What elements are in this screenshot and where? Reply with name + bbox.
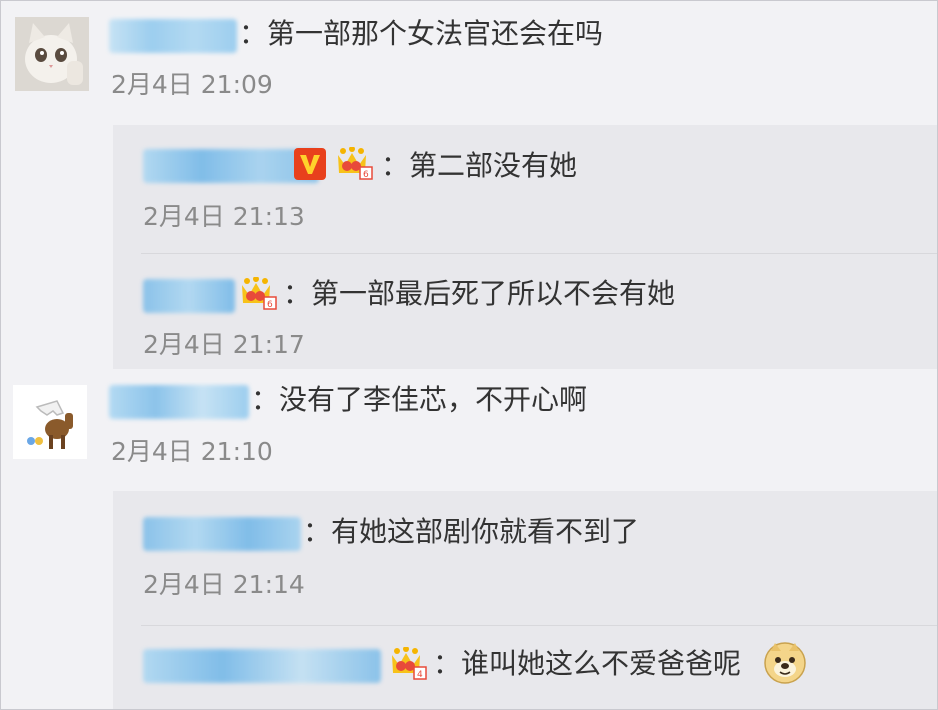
reply-text: ：有她这部剧你就看不到了 bbox=[303, 515, 640, 548]
comment-panel: ：第一部那个女法官还会在吗 2月4日 21:09 6 ：第二部没有她 2月4日 … bbox=[0, 0, 938, 710]
reply-text: ：第二部没有她 bbox=[381, 149, 578, 182]
reply-divider bbox=[141, 253, 937, 254]
comment-time: 2月4日 21:09 bbox=[111, 70, 273, 99]
reply-time: 2月4日 21:17 bbox=[143, 330, 305, 359]
reply-time: 2月4日 21:14 bbox=[143, 570, 305, 599]
svg-text:6: 6 bbox=[267, 300, 273, 310]
v-verified-icon bbox=[293, 147, 327, 181]
reply-list: ：有她这部剧你就看不到了 2月4日 21:14 4 ：谁叫她这么不爱爸爸呢 bbox=[113, 491, 937, 709]
commenter-name[interactable] bbox=[109, 19, 237, 53]
commenter-name[interactable] bbox=[109, 385, 249, 419]
crown-icon: 6 bbox=[335, 146, 373, 181]
reply-text: ：谁叫她这么不爱爸爸呢 bbox=[433, 647, 742, 680]
comment-time: 2月4日 21:10 bbox=[111, 437, 273, 466]
horse-avatar-icon[interactable] bbox=[13, 385, 87, 459]
reply-time: 2月4日 21:13 bbox=[143, 202, 305, 231]
crown-icon: 6 bbox=[239, 276, 277, 311]
svg-text:6: 6 bbox=[363, 170, 369, 180]
replier-name[interactable] bbox=[143, 649, 381, 683]
comment-text: ：没有了李佳芯，不开心啊 bbox=[251, 383, 588, 416]
reply-text: ：第一部最后死了所以不会有她 bbox=[283, 277, 676, 310]
replier-name[interactable] bbox=[143, 279, 235, 313]
doge-emoji bbox=[763, 641, 807, 685]
crown-icon: 4 bbox=[389, 646, 427, 681]
cat-avatar-icon[interactable] bbox=[15, 17, 89, 91]
reply-divider bbox=[141, 625, 937, 626]
comment-text: ：第一部那个女法官还会在吗 bbox=[239, 17, 604, 50]
replier-name[interactable] bbox=[143, 517, 301, 551]
svg-text:4: 4 bbox=[417, 670, 423, 680]
reply-list: 6 ：第二部没有她 2月4日 21:13 6 ：第一部最后死了所以不会有她 2月… bbox=[113, 125, 937, 369]
